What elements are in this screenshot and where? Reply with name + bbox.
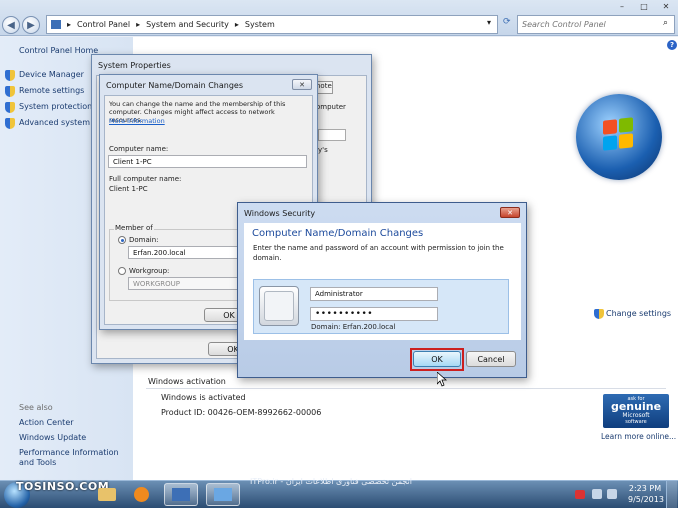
shield-icon: [594, 309, 604, 319]
forward-arrow-icon: ▶: [27, 19, 35, 31]
user-avatar-icon: [259, 286, 299, 326]
security-instruction: Enter the name and password of an accoun…: [253, 244, 504, 262]
taskbar-media-player[interactable]: [124, 483, 158, 506]
sysprop-computer-fragment: omputer: [316, 103, 346, 111]
close-window-button[interactable]: ✕: [655, 0, 677, 13]
sidebar-item-remote-settings[interactable]: Remote settings: [19, 86, 84, 95]
breadcrumb-sep: ▸: [67, 20, 72, 29]
shield-icon: [5, 102, 15, 113]
clock-date[interactable]: 9/5/2013: [628, 495, 664, 504]
change-settings-link[interactable]: Change settings: [606, 309, 671, 318]
breadcrumb-control-panel[interactable]: Control Panel: [77, 20, 130, 29]
domain-label: Domain:: [129, 236, 159, 244]
control-panel-home-link[interactable]: Control Panel Home: [19, 46, 98, 55]
control-panel-icon: [51, 20, 61, 29]
watermark-right: ITPro.ir - انجمن تخصصی فناوری اطلاعات ای…: [250, 477, 412, 486]
activation-divider: [146, 388, 666, 389]
clock-time[interactable]: 2:23 PM: [628, 484, 662, 493]
flag-yellow: [619, 133, 633, 149]
system-properties-titlebar: System Properties: [92, 55, 371, 75]
domain-radio[interactable]: [118, 236, 126, 244]
activation-status: Windows is activated: [161, 393, 246, 402]
genuine-main: genuine: [610, 400, 662, 413]
password-input[interactable]: ••••••••••: [310, 307, 438, 321]
help-icon[interactable]: ?: [667, 40, 677, 50]
genuine-sub: Microsoft: [622, 412, 650, 419]
computer-name-input[interactable]: Client 1-PC: [108, 155, 307, 168]
address-bar[interactable]: ▸ Control Panel ▸ System and Security ▸ …: [46, 15, 498, 34]
name-changes-titlebar: Computer Name/Domain Changes: [100, 75, 317, 95]
action-center-icon[interactable]: [575, 490, 585, 499]
workgroup-radio[interactable]: [118, 267, 126, 275]
system-properties-icon: [214, 488, 232, 501]
network-icon[interactable]: [592, 489, 602, 499]
product-id: Product ID: 00426-OEM-8992662-00006: [161, 408, 322, 417]
name-changes-close-button[interactable]: ✕: [292, 79, 312, 90]
search-icon[interactable]: ⌕: [663, 18, 668, 28]
media-player-icon: [133, 487, 149, 502]
breadcrumb-sep: ▸: [136, 20, 141, 29]
see-also-heading: See also: [19, 403, 53, 412]
shield-icon: [5, 86, 15, 97]
avatar-frame: [264, 291, 294, 321]
sidebar-item-system-protection[interactable]: System protection: [19, 102, 92, 111]
flag-red: [603, 119, 617, 135]
minimize-button[interactable]: –: [611, 0, 633, 13]
back-button[interactable]: ◀: [2, 16, 20, 34]
shield-icon: [5, 70, 15, 81]
genuine-badge[interactable]: ask for genuine Microsoft software: [603, 394, 669, 428]
security-titlebar: Windows Security: [238, 203, 526, 223]
security-cancel-button[interactable]: Cancel: [466, 351, 516, 367]
close-icon: ✕: [299, 80, 305, 89]
activation-heading: Windows activation: [148, 377, 226, 386]
security-ok-button[interactable]: OK: [413, 351, 461, 367]
workgroup-label: Workgroup:: [129, 267, 170, 275]
back-arrow-icon: ◀: [7, 19, 15, 31]
taskbar-system-properties[interactable]: [206, 483, 240, 506]
search-input[interactable]: [518, 16, 658, 33]
computer-name-label: Computer name:: [109, 145, 169, 153]
taskbar-explorer[interactable]: [90, 483, 124, 506]
refresh-icon[interactable]: ⟳: [503, 17, 511, 27]
shield-icon: [5, 118, 15, 129]
security-title: Windows Security: [244, 208, 316, 218]
windows-security-dialog: Windows Security ✕ Computer Name/Domain …: [237, 202, 527, 378]
control-panel-icon: [172, 488, 190, 501]
sidebar-item-device-manager[interactable]: Device Manager: [19, 70, 84, 79]
full-name-label: Full computer name:: [109, 175, 182, 183]
breadcrumb-system-security[interactable]: System and Security: [146, 20, 229, 29]
search-box[interactable]: [517, 15, 675, 34]
folder-icon: [98, 488, 116, 501]
sidebar-item-advanced-settings[interactable]: Advanced system se: [19, 118, 102, 127]
flag-green: [619, 117, 633, 133]
volume-icon[interactable]: [607, 489, 617, 499]
see-also-windows-update[interactable]: Windows Update: [19, 433, 86, 442]
windows-logo: [576, 94, 662, 180]
domain-note: Domain: Erfan.200.local: [311, 323, 396, 331]
genuine-bottom: software: [625, 419, 647, 425]
taskbar-control-panel[interactable]: [164, 483, 198, 506]
security-close-button[interactable]: ✕: [500, 207, 520, 218]
breadcrumb-sep: ▸: [234, 20, 239, 29]
sysprop-field: [318, 129, 346, 141]
sysprop-ys-fragment: y's: [318, 146, 328, 154]
see-also-performance[interactable]: Performance Information and Tools: [19, 448, 131, 468]
security-heading: Computer Name/Domain Changes: [252, 228, 424, 239]
full-name-value: Client 1-PC: [109, 185, 148, 193]
username-input[interactable]: Administrator: [310, 287, 438, 301]
see-also-action-center[interactable]: Action Center: [19, 418, 74, 427]
member-of-label: Member of: [114, 224, 154, 232]
address-dropdown-icon[interactable]: ▾: [487, 18, 491, 27]
learn-more-link[interactable]: Learn more online...: [601, 432, 676, 441]
mouse-cursor-icon: [437, 372, 447, 387]
more-info-link[interactable]: More information: [109, 117, 165, 125]
maximize-button[interactable]: □: [633, 0, 655, 13]
forward-button[interactable]: ▶: [22, 16, 40, 34]
flag-blue: [603, 135, 617, 151]
breadcrumb-system[interactable]: System: [245, 20, 275, 29]
show-desktop-button[interactable]: [666, 481, 677, 508]
name-changes-title: Computer Name/Domain Changes: [106, 80, 243, 90]
close-icon: ✕: [507, 208, 513, 217]
system-properties-title: System Properties: [98, 60, 171, 70]
